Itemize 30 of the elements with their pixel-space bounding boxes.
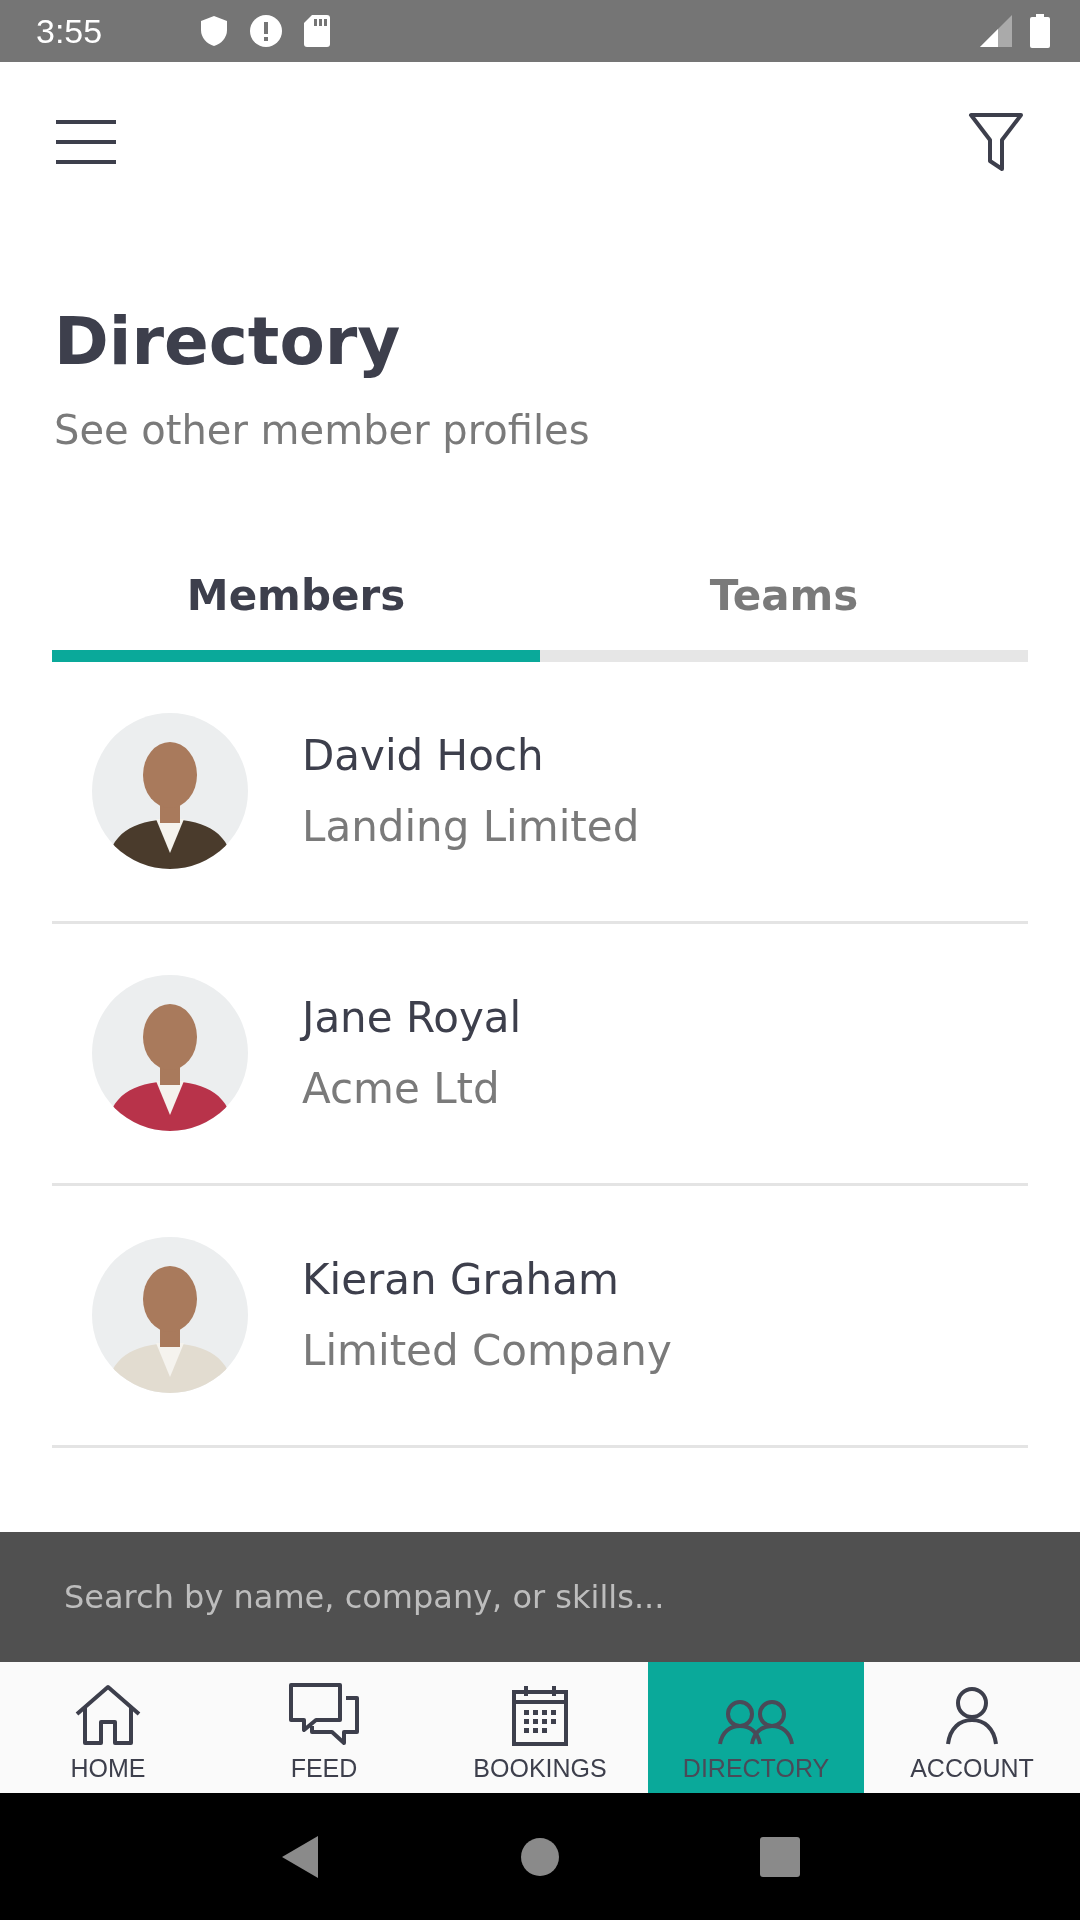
alert-icon	[250, 15, 282, 47]
person-icon	[945, 1686, 999, 1746]
nav-tab[interactable]: BOOKINGS	[432, 1662, 648, 1793]
filter-icon[interactable]	[968, 112, 1024, 172]
tab[interactable]: Teams	[540, 570, 1028, 662]
page-subtitle: See other member profiles	[54, 406, 591, 453]
member-company: Landing Limited	[302, 802, 640, 852]
chat-icon	[288, 1682, 360, 1746]
recents-icon[interactable]	[760, 1836, 800, 1877]
clock-time: 3:55	[36, 11, 104, 51]
battery-icon	[1030, 14, 1050, 48]
tab[interactable]: Members	[52, 570, 540, 662]
search-field[interactable]: Search by name, company, or skills...	[0, 1532, 1080, 1662]
calendar-icon	[512, 1684, 568, 1746]
member-name: David Hoch	[302, 731, 545, 781]
home-icon	[73, 1684, 143, 1746]
back-icon[interactable]	[280, 1833, 320, 1880]
page-title: Directory	[54, 306, 402, 379]
member-company: Limited Company	[302, 1326, 672, 1376]
shield-icon	[200, 15, 228, 47]
sd-card-icon	[304, 15, 330, 47]
member-name: Kieran Graham	[302, 1255, 620, 1305]
nav-tab[interactable]: ACCOUNT	[864, 1662, 1080, 1793]
people-icon	[718, 1698, 794, 1746]
nav-tab[interactable]: HOME	[0, 1662, 216, 1793]
member-company: Acme Ltd	[302, 1064, 501, 1114]
signal-icon	[980, 15, 1012, 47]
menu-icon[interactable]	[56, 119, 116, 165]
nav-tab[interactable]: FEED	[216, 1662, 432, 1793]
home-button-icon[interactable]	[520, 1836, 560, 1877]
